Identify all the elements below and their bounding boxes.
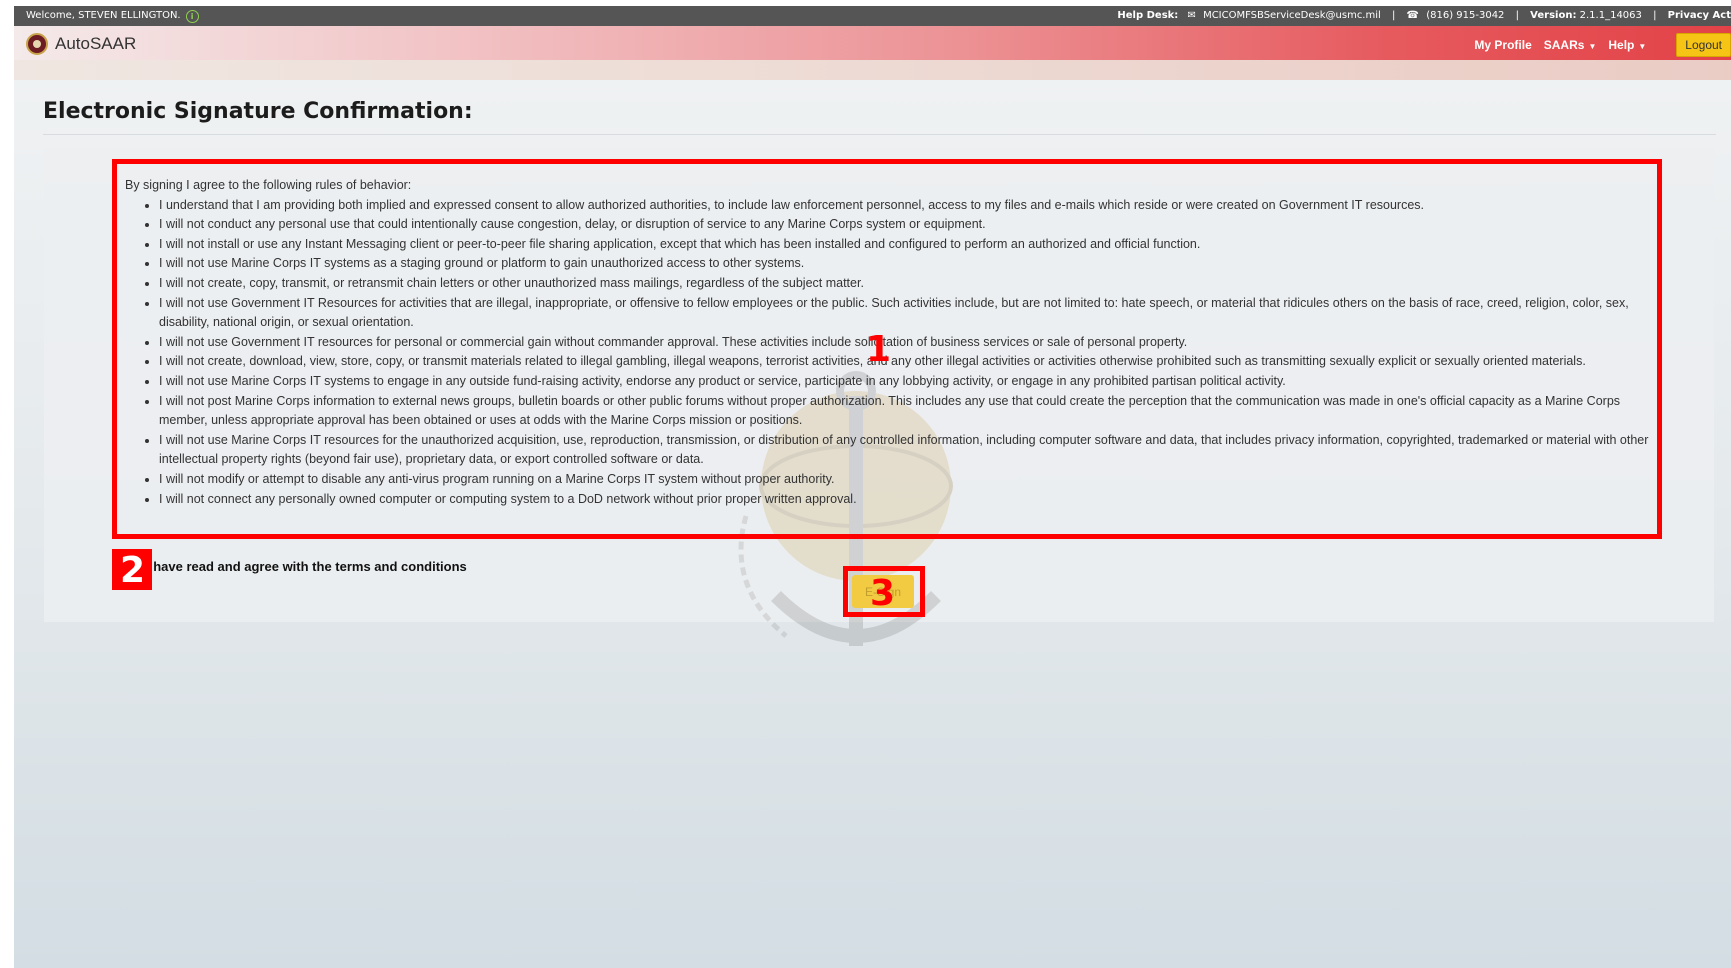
mail-icon: ✉: [1187, 10, 1196, 21]
brand-name: AutoSAAR: [55, 34, 137, 53]
rule-item: I will not use Marine Corps IT systems a…: [159, 254, 1650, 274]
page-title: Electronic Signature Confirmation:: [43, 99, 473, 124]
agree-terms-label[interactable]: I have read and agree with the terms and…: [146, 559, 467, 574]
separator: |: [1653, 10, 1657, 21]
brand[interactable]: AutoSAAR: [26, 33, 136, 55]
marker-label-2: 2: [120, 550, 146, 591]
rule-item: I will not use Marine Corps IT resources…: [159, 431, 1650, 470]
marker-label-3: 3: [870, 573, 896, 614]
rule-item: I will not use Government IT resources f…: [159, 333, 1650, 353]
rule-item: I will not use Government IT Resources f…: [159, 294, 1650, 333]
rule-item: I will not modify or attempt to disable …: [159, 470, 1650, 490]
rule-item: I will not conduct any personal use that…: [159, 215, 1650, 235]
rule-item: I understand that I am providing both im…: [159, 196, 1650, 216]
rule-item: I will not use Marine Corps IT systems t…: [159, 372, 1650, 392]
nav-menu: My Profile SAARs ▼ Help ▼ Logout: [1462, 33, 1731, 57]
nav-saars-dropdown[interactable]: SAARs ▼: [1544, 38, 1597, 52]
help-desk-phone: (816) 915-3042: [1426, 10, 1505, 21]
info-icon[interactable]: i: [185, 10, 199, 23]
phone-icon: ☎: [1406, 10, 1420, 21]
logout-button[interactable]: Logout: [1676, 33, 1731, 57]
title-divider: [43, 134, 1716, 135]
top-info-bar: Welcome, STEVEN ELLINGTON. i Help Desk: ✉…: [14, 6, 1731, 26]
nav-help-dropdown[interactable]: Help ▼: [1608, 38, 1646, 52]
rule-item: I will not create, download, view, store…: [159, 352, 1650, 372]
usmc-seal-logo-icon: [26, 33, 48, 55]
help-desk-label: Help Desk:: [1117, 10, 1179, 21]
rule-item: I will not post Marine Corps information…: [159, 392, 1650, 431]
caret-down-icon: ▼: [1638, 42, 1647, 51]
nav-my-profile[interactable]: My Profile: [1474, 38, 1531, 52]
privacy-act-link[interactable]: Privacy Act: [1668, 10, 1731, 21]
agree-terms-row: I have read and agree with the terms and…: [128, 559, 467, 574]
rule-item: I will not connect any personally owned …: [159, 490, 1650, 510]
help-desk-email[interactable]: MCICOMFSBServiceDesk@usmc.mil: [1203, 10, 1381, 21]
main-navbar: AutoSAAR My Profile SAARs ▼ Help ▼ Logout: [14, 26, 1731, 80]
browser-viewport: Welcome, STEVEN ELLINGTON. i Help Desk: ✉…: [14, 6, 1731, 968]
version-label: Version:: [1530, 10, 1577, 21]
version-value: 2.1.1_14063: [1579, 10, 1642, 21]
help-desk-info: Help Desk: ✉ MCICOMFSBServiceDesk@usmc.m…: [1117, 10, 1731, 21]
welcome-message: Welcome, STEVEN ELLINGTON. i: [26, 10, 199, 23]
navbar-decoration: [14, 60, 1731, 80]
separator: |: [1515, 10, 1519, 21]
marker-label-1: 1: [866, 329, 892, 370]
terms-intro: By signing I agree to the following rule…: [125, 178, 412, 192]
rule-item: I will not create, copy, transmit, or re…: [159, 274, 1650, 294]
rule-item: I will not install or use any Instant Me…: [159, 235, 1650, 255]
caret-down-icon: ▼: [1588, 42, 1597, 51]
separator: |: [1391, 10, 1396, 21]
